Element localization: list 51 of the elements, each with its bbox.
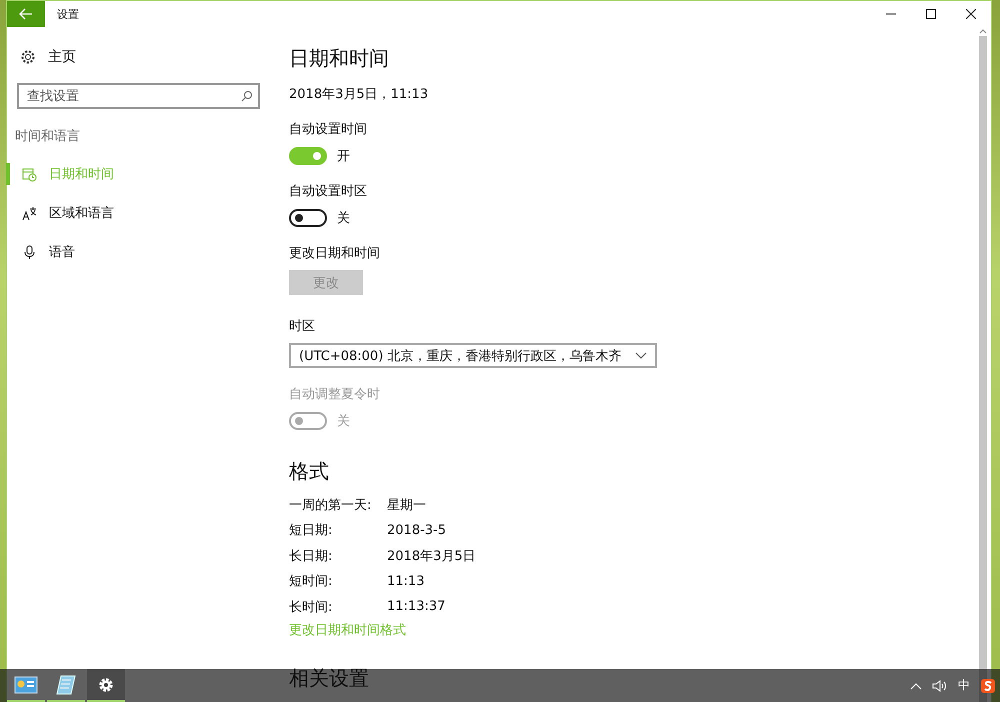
setting-label: 自动设置时间 <box>289 122 368 138</box>
gear-icon <box>97 676 115 694</box>
chevron-up-icon[interactable] <box>910 682 922 690</box>
back-arrow-icon <box>19 8 33 20</box>
format-value: 星期一 <box>387 496 426 514</box>
search-icon <box>241 90 253 102</box>
setting-label: 自动调整夏令时 <box>289 387 381 403</box>
search-field[interactable]: 查找设置 <box>17 83 260 109</box>
section-heading: 相关设置 <box>289 664 369 690</box>
chevron-down-icon <box>635 352 647 359</box>
calendar-clock-icon <box>22 166 37 182</box>
scrollbar[interactable] <box>979 27 987 702</box>
section-label: 时间和语言 <box>15 128 81 145</box>
toggle-state-text: 关 <box>337 413 350 430</box>
format-label: 短时间: <box>289 573 334 590</box>
input-method-indicator[interactable]: 中 <box>958 677 970 694</box>
back-button[interactable] <box>7 1 45 27</box>
format-value: 11:13:37 <box>387 599 446 614</box>
microphone-icon <box>22 244 37 260</box>
nav-item[interactable]: 区域和语言 <box>6 202 289 224</box>
timezone-dropdown[interactable]: (UTC+08:00) 北京，重庆，香港特别行政区，乌鲁木齐 <box>289 343 657 368</box>
close-icon <box>966 9 976 19</box>
toggle-state-text: 开 <box>337 148 350 165</box>
format-label: 一周的第一天: <box>289 496 372 514</box>
current-date-time: 2018年3月5日，11:13 <box>289 86 430 103</box>
scroll-up-icon <box>979 29 987 34</box>
format-value: 11:13 <box>387 574 424 589</box>
page-title: 日期和时间 <box>289 45 390 71</box>
toggle-switch[interactable] <box>289 209 327 227</box>
format-label: 长日期: <box>289 548 334 565</box>
home-link[interactable]: 主页 <box>20 47 289 67</box>
setting-label: 更改日期和时间 <box>289 246 381 262</box>
section-heading: 格式 <box>289 458 330 484</box>
format-label: 长时间: <box>289 598 334 616</box>
toggle-state-text: 关 <box>337 210 350 227</box>
window-title: 设置 <box>57 6 79 22</box>
speaker-icon[interactable] <box>932 678 948 692</box>
format-label: 短日期: <box>289 522 334 540</box>
control-panel-icon <box>14 676 38 694</box>
setting-label: 自动设置时区 <box>289 184 368 200</box>
taskbar-app[interactable] <box>87 669 125 702</box>
format-value: 2018-3-5 <box>387 522 446 538</box>
gear-icon <box>20 49 36 65</box>
toggle-switch[interactable] <box>289 147 327 165</box>
input-method-app-icon[interactable] <box>980 678 996 694</box>
nav-item[interactable]: 语音 <box>6 241 289 263</box>
maximize-icon <box>926 9 936 19</box>
format-value: 2018年3月5日 <box>387 548 476 565</box>
notepad-icon <box>55 674 77 696</box>
setting-label: 时区 <box>289 319 316 335</box>
language-icon <box>22 206 37 220</box>
